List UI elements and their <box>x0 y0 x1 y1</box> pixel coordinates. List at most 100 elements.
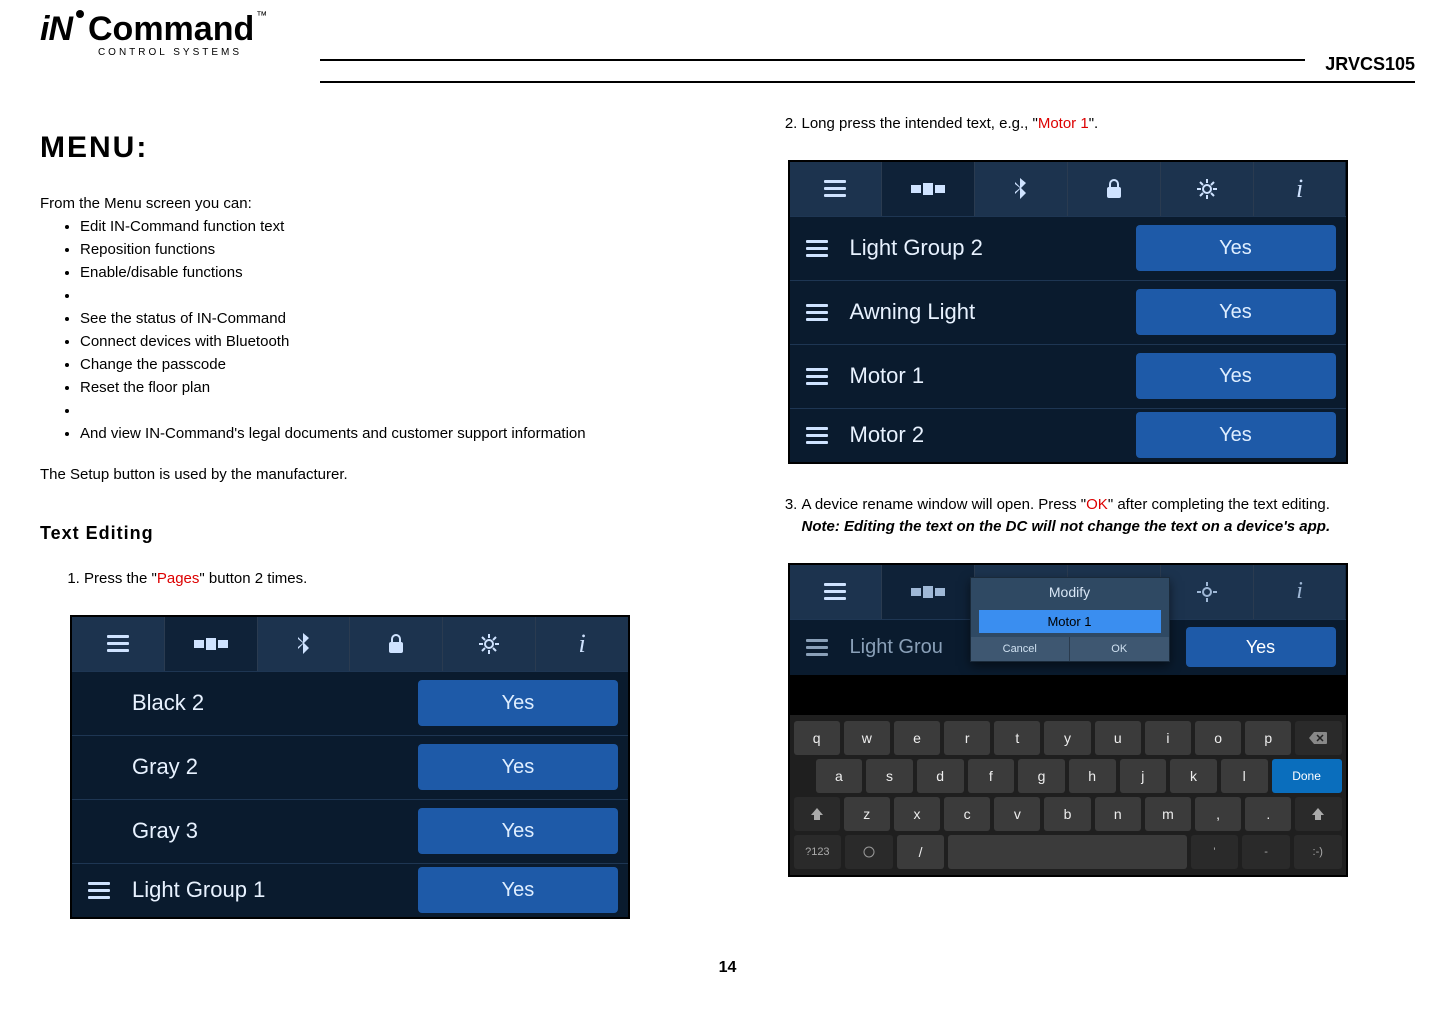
key-q[interactable]: q <box>794 721 840 755</box>
pages-icon <box>194 636 228 652</box>
tab-pages[interactable] <box>882 565 975 619</box>
list-item[interactable]: Gray 2 Yes <box>72 735 628 799</box>
tab-lock[interactable] <box>1068 162 1161 216</box>
key-f[interactable]: f <box>968 759 1015 793</box>
cancel-button[interactable]: Cancel <box>971 637 1071 661</box>
key-v[interactable]: v <box>994 797 1040 831</box>
drag-icon[interactable] <box>72 882 126 899</box>
list-item[interactable]: Motor 1 Yes <box>790 344 1346 408</box>
drag-icon[interactable] <box>790 304 844 321</box>
key-shift-right[interactable] <box>1295 797 1341 831</box>
step-2: Long press the intended text, e.g., "Mot… <box>802 113 1396 136</box>
yes-button[interactable]: Yes <box>1186 627 1336 667</box>
key-e[interactable]: e <box>894 721 940 755</box>
tab-settings[interactable] <box>1161 162 1254 216</box>
key-x[interactable]: x <box>894 797 940 831</box>
drag-icon[interactable] <box>790 240 844 257</box>
tab-bluetooth[interactable] <box>975 162 1068 216</box>
key-k[interactable]: k <box>1170 759 1217 793</box>
tab-settings[interactable] <box>443 617 536 671</box>
key-o[interactable]: o <box>1195 721 1241 755</box>
yes-button[interactable]: Yes <box>1136 225 1336 271</box>
key-t[interactable]: t <box>994 721 1040 755</box>
bluetooth-icon <box>296 632 312 656</box>
tab-menu[interactable] <box>72 617 165 671</box>
key-b[interactable]: b <box>1044 797 1090 831</box>
key-u[interactable]: u <box>1095 721 1141 755</box>
yes-button[interactable]: Yes <box>418 867 618 913</box>
key-n[interactable]: n <box>1095 797 1141 831</box>
gear-icon <box>1196 581 1218 603</box>
key-i[interactable]: i <box>1145 721 1191 755</box>
yes-button[interactable]: Yes <box>1136 412 1336 458</box>
key-m[interactable]: m <box>1145 797 1191 831</box>
tab-lock[interactable] <box>350 617 443 671</box>
blank-strip <box>790 675 1346 715</box>
key-slash[interactable]: / <box>897 835 945 869</box>
key-y[interactable]: y <box>1044 721 1090 755</box>
drag-icon[interactable] <box>790 639 844 656</box>
list-item[interactable]: Gray 3 Yes <box>72 799 628 863</box>
yes-button[interactable]: Yes <box>418 744 618 790</box>
list-item[interactable]: Awning Light Yes <box>790 280 1346 344</box>
tab-info[interactable]: i <box>1254 162 1346 216</box>
ok-button[interactable]: OK <box>1070 637 1169 661</box>
list-item[interactable]: Motor 2 Yes <box>790 408 1346 462</box>
drag-icon[interactable] <box>790 368 844 385</box>
key-c[interactable]: c <box>944 797 990 831</box>
tab-bluetooth[interactable] <box>258 617 351 671</box>
list-item[interactable]: Black 2 Yes <box>72 671 628 735</box>
header-rule-2 <box>320 81 1415 83</box>
key-l[interactable]: l <box>1221 759 1268 793</box>
key-z[interactable]: z <box>844 797 890 831</box>
yes-button[interactable]: Yes <box>418 808 618 854</box>
key-lang[interactable] <box>845 835 893 869</box>
gear-icon <box>478 633 500 655</box>
key-period[interactable]: . <box>1245 797 1291 831</box>
tab-pages[interactable] <box>882 162 975 216</box>
key-apostrophe[interactable]: ' <box>1191 835 1239 869</box>
key-done[interactable]: Done <box>1272 759 1342 793</box>
yes-button[interactable]: Yes <box>1136 353 1336 399</box>
key-j[interactable]: j <box>1120 759 1167 793</box>
list-item[interactable]: Light Group 1 Yes <box>72 863 628 917</box>
list-item[interactable]: Light Group 2 Yes <box>790 216 1346 280</box>
header-rule <box>320 59 1305 61</box>
topbar: i <box>790 162 1346 216</box>
yes-button[interactable]: Yes <box>418 680 618 726</box>
key-emoji[interactable]: :-) <box>1294 835 1342 869</box>
key-d[interactable]: d <box>917 759 964 793</box>
tab-info[interactable]: i <box>1254 565 1346 619</box>
step-1: Press the "Pages" button 2 times. <box>84 568 678 591</box>
menu-bullet: Reset the floor plan <box>80 379 698 396</box>
list-item-label: Light Group 2 <box>844 235 1136 261</box>
key-g[interactable]: g <box>1018 759 1065 793</box>
key-shift-left[interactable] <box>794 797 840 831</box>
key-backspace[interactable] <box>1295 721 1341 755</box>
step3-note: Note: Editing the text on the DC will no… <box>802 518 1331 535</box>
menu-bullet <box>80 402 698 419</box>
key-s[interactable]: s <box>866 759 913 793</box>
key-p[interactable]: p <box>1245 721 1291 755</box>
key-r[interactable]: r <box>944 721 990 755</box>
key-a[interactable]: a <box>816 759 863 793</box>
brand-tm: ™ <box>256 10 267 22</box>
list-item-label: Black 2 <box>126 690 418 716</box>
key-dash[interactable]: - <box>1242 835 1290 869</box>
drag-icon[interactable] <box>790 427 844 444</box>
tab-menu[interactable] <box>790 565 883 619</box>
modify-input[interactable]: Motor 1 <box>979 610 1161 633</box>
key-h[interactable]: h <box>1069 759 1116 793</box>
key-comma[interactable]: , <box>1195 797 1241 831</box>
key-w[interactable]: w <box>844 721 890 755</box>
tab-info[interactable]: i <box>536 617 628 671</box>
yes-button[interactable]: Yes <box>1136 289 1336 335</box>
key-space[interactable] <box>948 835 1186 869</box>
step1-post: " button 2 times. <box>199 570 307 587</box>
tab-settings[interactable] <box>1161 565 1254 619</box>
tab-menu[interactable] <box>790 162 883 216</box>
tab-pages[interactable] <box>165 617 258 671</box>
left-column: MENU: From the Menu screen you can: Edit… <box>40 113 698 939</box>
step-list-right1: Long press the intended text, e.g., "Mot… <box>782 113 1416 136</box>
key-symbols[interactable]: ?123 <box>794 835 842 869</box>
